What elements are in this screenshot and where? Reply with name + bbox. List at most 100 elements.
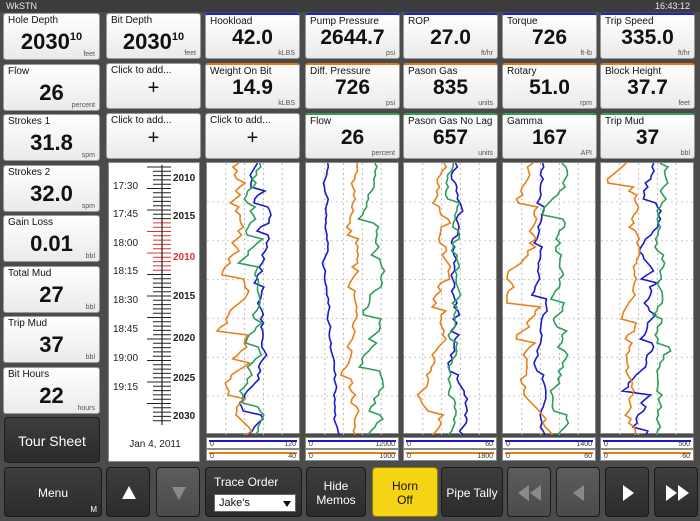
scale-min: 0: [506, 441, 510, 448]
readout-tile[interactable]: Total Mud 27 bbl: [3, 265, 100, 313]
log-track-plot: [207, 163, 301, 435]
step-back-button[interactable]: [556, 467, 600, 517]
log-track[interactable]: [403, 162, 498, 435]
depth-tick-label: 2010: [173, 252, 196, 263]
trace-order-select[interactable]: Jake's: [214, 494, 296, 512]
readout-tile[interactable]: Diff. Pressure 726 psi: [305, 63, 400, 109]
scale-min: 0: [407, 441, 411, 448]
readout-tile[interactable]: Pump Pressure 2644.7 psi: [305, 13, 400, 59]
scale-max: 1000: [379, 453, 395, 460]
track-scale-blue: 0 120: [206, 437, 300, 449]
rewind-icon: [518, 485, 541, 501]
tile-value: 27.0: [430, 26, 471, 49]
add-tile-label: Click to add...: [210, 115, 271, 126]
readout-tile[interactable]: Strokes 1 31.8 spm: [3, 114, 100, 161]
tile-value: 51.0: [529, 76, 570, 99]
add-tile-button[interactable]: Click to add... +: [205, 113, 300, 159]
title-bar: WkSTN 16:43:12: [0, 0, 700, 12]
play-icon: [623, 485, 634, 501]
hide-memos-button[interactable]: Hide Memos: [306, 467, 366, 517]
scale-min: 0: [407, 453, 411, 460]
menu-button[interactable]: Menu M: [4, 467, 102, 517]
tile-label: Trip Mud: [8, 318, 48, 329]
tile-label: Hole Depth: [8, 15, 59, 26]
tile-label: Gain Loss: [8, 217, 54, 228]
readout-tile[interactable]: Torque 726 ft-lb: [502, 13, 597, 59]
track-scale-orange: 0 40: [206, 449, 300, 461]
tile-unit: feet: [184, 50, 196, 57]
readout-tile[interactable]: Gamma 167 API: [502, 113, 597, 159]
tile-value: 335.0: [621, 26, 674, 49]
scale-min: 0: [309, 453, 313, 460]
log-track[interactable]: [502, 162, 597, 435]
log-track[interactable]: [600, 162, 695, 435]
readout-tile[interactable]: Block Height 37.7 feet: [600, 63, 695, 109]
step-forward-button[interactable]: [605, 467, 649, 517]
tile-unit: kLBS: [278, 50, 295, 57]
readout-tile[interactable]: Flow 26 percent: [305, 113, 400, 159]
scale-max: 1400: [576, 441, 592, 448]
tile-unit: units: [478, 100, 493, 107]
tile-value: 835: [432, 76, 469, 99]
tile-label: Bit Hours: [8, 368, 50, 380]
track-scale-orange: 0 60: [600, 449, 694, 461]
readout-tile[interactable]: Gain Loss 0.01 bbl: [3, 215, 100, 262]
scale-min: 0: [210, 453, 214, 460]
tile-unit: bbl: [85, 354, 95, 361]
add-tile-button[interactable]: Click to add... +: [106, 113, 201, 159]
readout-tile[interactable]: Strokes 2 32.0 spm: [3, 164, 100, 212]
pipe-tally-button[interactable]: Pipe Tally: [441, 467, 503, 517]
readout-tile[interactable]: Hookload 42.0 kLBS: [205, 13, 300, 59]
plus-icon: +: [147, 127, 160, 149]
log-track[interactable]: [305, 162, 400, 435]
scale-min: 0: [210, 441, 214, 448]
readout-tile[interactable]: ROP 27.0 ft/hr: [403, 13, 498, 59]
trace-order-label: Trace Order: [214, 475, 279, 489]
trace-order-panel: Trace Order Jake's: [205, 467, 302, 517]
track-scale-orange: 0 60: [502, 449, 596, 461]
horn-off-button[interactable]: Horn Off: [372, 467, 438, 517]
time-tick-label: 18:30: [113, 295, 138, 306]
scroll-down-button[interactable]: [156, 467, 200, 517]
tile-unit: bbl: [85, 253, 95, 260]
fast-forward-icon: [666, 485, 689, 501]
readout-tile[interactable]: Trip Mud 37 bbl: [3, 316, 100, 363]
readout-tile[interactable]: Trip Mud 37 bbl: [600, 113, 695, 159]
log-track-plot: [404, 163, 498, 435]
readout-tile[interactable]: Bit Hours 22 hours: [3, 366, 100, 414]
play-back-icon: [573, 485, 584, 501]
log-track[interactable]: [206, 162, 301, 435]
readout-tile[interactable]: Flow 26 percent: [3, 63, 100, 111]
tile-value: 37: [635, 126, 660, 149]
tile-label: Strokes 2: [8, 166, 51, 178]
time-tick-label: 17:30: [113, 181, 138, 192]
readout-tile[interactable]: Hole Depth 203010 feet: [3, 13, 100, 60]
tile-unit: percent: [71, 101, 95, 109]
tile-unit: API: [580, 150, 592, 157]
scale-max: 120: [284, 441, 296, 448]
tile-unit: psi: [386, 50, 395, 57]
rewind-button[interactable]: [507, 467, 551, 517]
depth-tick-label: 2015: [173, 291, 196, 302]
readout-tile[interactable]: Trip Speed 335.0 ft/hr: [600, 13, 695, 59]
track-scale-blue: 0 12000: [305, 437, 399, 449]
tour-sheet-button[interactable]: Tour Sheet: [4, 417, 100, 463]
scale-max: 60: [682, 453, 690, 460]
readout-tile[interactable]: Pason Gas 835 units: [403, 63, 498, 109]
depth-tick-label: 2010: [173, 173, 196, 184]
readout-tile[interactable]: Weight On Bit 14.9 kLBS: [205, 63, 300, 109]
fast-forward-button[interactable]: [654, 467, 698, 517]
tile-unit: ft/hr: [480, 50, 493, 57]
bit-depth-tile[interactable]: Bit Depth 203010 feet: [106, 13, 201, 59]
add-tile-button[interactable]: Click to add... +: [106, 63, 201, 109]
tile-unit: spm: [81, 202, 95, 210]
readout-tile[interactable]: Pason Gas No Lag 657 units: [403, 113, 498, 159]
tile-unit: spm: [81, 152, 95, 159]
tile-unit: rpm: [579, 100, 592, 107]
add-tile-label: Click to add...: [111, 115, 172, 126]
readout-tile[interactable]: Rotary 51.0 rpm: [502, 63, 597, 109]
clock: 16:43:12: [654, 1, 690, 11]
tile-value: 26: [340, 126, 365, 149]
scroll-up-button[interactable]: [106, 467, 150, 517]
track-scale-blue: 0 1400: [502, 437, 596, 449]
